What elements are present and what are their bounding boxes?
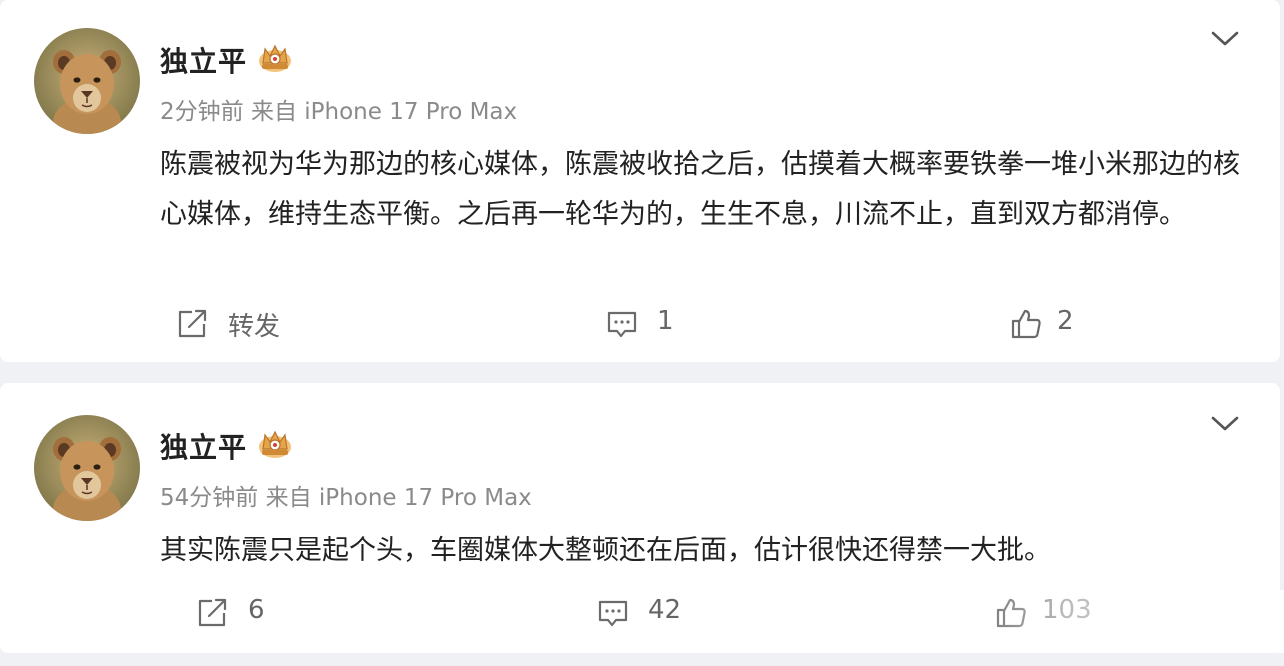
crown-badge-icon — [257, 427, 293, 461]
post-card: 独立平 2分钟前 来自 iPhone 17 Pro Max 陈震被视为华为那边的… — [0, 0, 1280, 362]
comment-icon[interactable] — [606, 309, 638, 345]
post-meta: 54分钟前 来自 iPhone 17 Pro Max — [160, 478, 532, 512]
post-source: 来自 iPhone 17 Pro Max — [265, 485, 532, 511]
repost-icon[interactable] — [176, 308, 208, 344]
comment-count[interactable]: 42 — [648, 595, 681, 625]
crown-badge-icon — [257, 41, 293, 75]
repost-icon[interactable] — [196, 597, 228, 633]
fade-overlay — [970, 590, 1284, 653]
chevron-down-icon[interactable] — [1210, 413, 1240, 435]
thumbs-up-icon[interactable] — [1010, 308, 1042, 344]
post-content: 其实陈震只是起个头，车圈媒体大整顿还在后面，估计很快还得禁一大批。 — [160, 535, 1051, 566]
repost-count[interactable]: 6 — [248, 595, 265, 625]
avatar[interactable] — [34, 28, 140, 134]
comment-count[interactable]: 1 — [657, 306, 674, 336]
post-time: 2分钟前 — [160, 99, 244, 125]
avatar[interactable] — [34, 415, 140, 521]
post-meta: 2分钟前 来自 iPhone 17 Pro Max — [160, 92, 517, 126]
author-name[interactable]: 独立平 — [160, 40, 247, 80]
author-name[interactable]: 独立平 — [160, 426, 247, 466]
like-count[interactable]: 2 — [1057, 306, 1074, 336]
post-time: 54分钟前 — [160, 485, 259, 511]
post-content: 陈震被视为华为那边的核心媒体，陈震被收拾之后，估摸着大概率要铁拳一堆小米那边的核… — [160, 149, 1240, 230]
chevron-down-icon[interactable] — [1210, 28, 1240, 50]
post-source: 来自 iPhone 17 Pro Max — [250, 99, 518, 125]
comment-icon[interactable] — [597, 598, 629, 634]
repost-label[interactable]: 转发 — [228, 306, 280, 343]
